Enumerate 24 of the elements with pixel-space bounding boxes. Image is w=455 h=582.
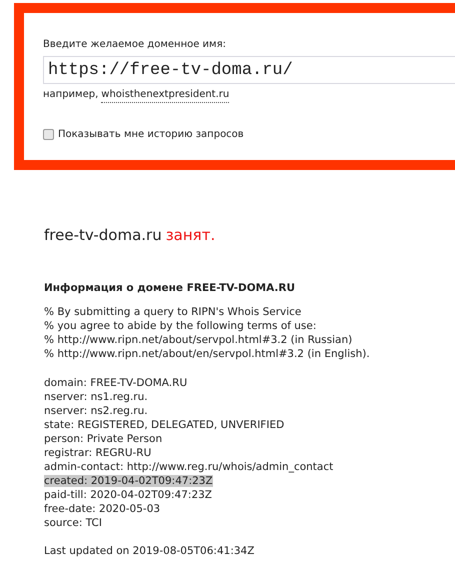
last-updated: Last updated on 2019-08-05T06:41:34Z xyxy=(44,545,254,557)
whois-line: source: TCI xyxy=(44,517,102,529)
history-checkbox[interactable] xyxy=(43,129,54,140)
whois-line: % you agree to abide by the following terms of use: xyxy=(44,320,316,332)
info-title: Информация о домене FREE-TV-DOMA.RU xyxy=(44,281,296,295)
whois-line: % http://www.ripn.net/about/servpol.html#3.2 (in Russian) xyxy=(44,334,352,346)
whois-line: % http://www.ripn.net/about/en/servpol.html#3.2 (in English). xyxy=(44,348,370,360)
whois-line: free-date: 2020-05-03 xyxy=(44,503,160,515)
whois-line: registrar: REGRU-RU xyxy=(44,447,152,459)
whois-line: state: REGISTERED, DELEGATED, UNVERIFIED xyxy=(44,419,284,431)
domain-input[interactable]: https://free-tv-doma.ru/ xyxy=(43,56,455,84)
whois-line: paid-till: 2020-04-02T09:47:23Z xyxy=(44,489,212,501)
whois-line: person: Private Person xyxy=(44,433,162,445)
whois-line: nserver: ns2.reg.ru. xyxy=(44,405,148,417)
whois-line: % By submitting a query to RIPN's Whois Service xyxy=(44,306,302,318)
whois-line: admin-contact: http://www.reg.ru/whois/admin_contact xyxy=(44,461,334,473)
whois-line: domain: FREE-TV-DOMA.RU xyxy=(44,377,188,389)
example-label: например, xyxy=(43,88,98,102)
whois-line: nserver: ns1.reg.ru. xyxy=(44,391,148,403)
checkbox-label: Показывать мне историю запросов xyxy=(58,128,244,142)
status-text: занят. xyxy=(166,225,216,245)
example-link[interactable]: whoisthenextpresident.ru xyxy=(101,88,230,103)
field-label: Введите желаемое доменное имя: xyxy=(43,38,227,52)
domain-name: free-tv-doma.ru xyxy=(44,225,162,245)
